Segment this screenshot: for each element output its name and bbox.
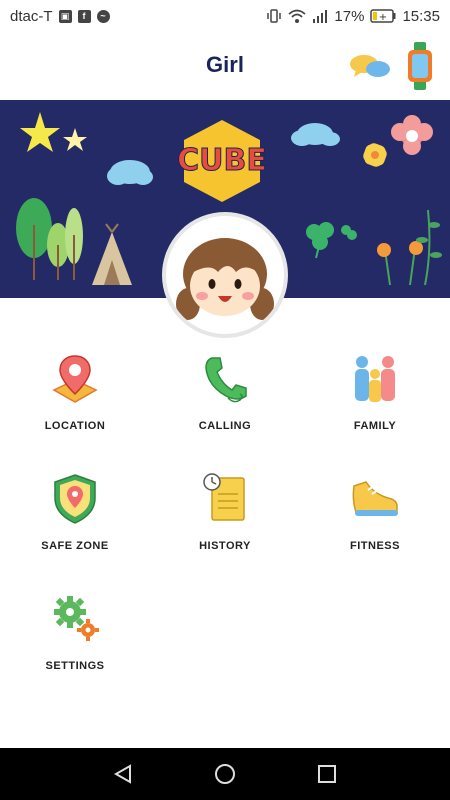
wifi-icon [288, 9, 307, 23]
chat-bubbles-icon [350, 55, 390, 77]
carrier-name: dtac-T [10, 7, 53, 25]
back-icon [113, 764, 131, 784]
gears-icon [54, 596, 99, 641]
phone-icon [205, 357, 247, 403]
flower-icon [391, 115, 433, 155]
avatar[interactable] [162, 212, 288, 338]
cloud-icon [107, 160, 153, 185]
home-icon [215, 764, 235, 784]
shield-pin-icon [54, 474, 96, 524]
menu-item-history[interactable]: HISTORY [150, 460, 300, 570]
menu-item-label: HISTORY [199, 540, 251, 552]
status-left: dtac-T ▣ f ~ [10, 8, 110, 25]
home-button[interactable] [212, 761, 238, 787]
chat-button[interactable] [348, 52, 392, 82]
family-icon [355, 356, 395, 402]
teepee-icon [92, 223, 132, 285]
sneaker-icon [352, 481, 398, 516]
menu-item-label: SAFE ZONE [41, 540, 109, 552]
menu-item-safe-zone[interactable]: SAFE ZONE [0, 460, 150, 570]
recents-icon [318, 765, 336, 783]
flower-icon [363, 143, 387, 167]
app-header: Girl [0, 32, 450, 100]
star-icon [63, 128, 87, 151]
star-icon [20, 112, 60, 152]
menu-item-settings[interactable]: SETTINGS [0, 580, 150, 690]
battery-percent: 17% [334, 7, 365, 25]
gallery-icon: ▣ [58, 9, 72, 23]
smartwatch-icon [408, 42, 432, 90]
vibrate-icon [267, 9, 282, 23]
tree-icon [16, 198, 83, 280]
messenger-icon: ~ [96, 9, 110, 23]
menu-item-label: FITNESS [350, 540, 400, 552]
menu-item-family[interactable]: FAMILY [300, 340, 450, 450]
cube-logo-text: CUBE [177, 143, 267, 178]
clipboard-clock-icon [203, 473, 245, 521]
menu-item-label: SETTINGS [45, 660, 105, 672]
menu-item-label: LOCATION [44, 420, 106, 432]
menu-item-location[interactable]: LOCATION [0, 340, 150, 450]
map-pin-icon [52, 355, 98, 403]
plant-flowers-icon [377, 209, 442, 286]
menu-item-fitness[interactable]: FITNESS [300, 460, 450, 570]
clover-icon [306, 222, 357, 259]
recents-button[interactable] [314, 761, 340, 787]
menu-item-label: FAMILY [353, 420, 397, 432]
menu-item-label: CALLING [198, 420, 252, 432]
menu-item-calling[interactable]: CALLING [150, 340, 300, 450]
signal-icon [313, 10, 328, 23]
back-button[interactable] [110, 761, 136, 787]
system-nav-bar [0, 748, 450, 800]
watch-button[interactable] [405, 42, 435, 90]
clock: 15:35 [402, 7, 440, 25]
girl-avatar-icon [176, 238, 274, 320]
svg-text:+: + [379, 12, 387, 23]
status-bar: dtac-T ▣ f ~ 17% + 15:35 [0, 0, 450, 32]
cloud-icon [291, 123, 340, 146]
battery-icon: + [370, 9, 396, 23]
status-right: 17% + 15:35 [266, 8, 440, 25]
facebook-icon: f [77, 9, 91, 23]
